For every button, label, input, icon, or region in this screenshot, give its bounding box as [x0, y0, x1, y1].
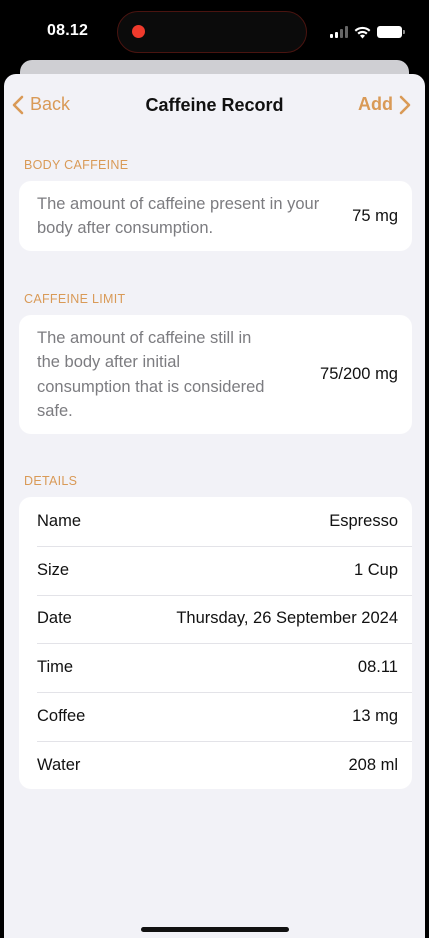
detail-value: Thursday, 26 September 2024 — [176, 609, 398, 628]
body-caffeine-value: 75 mg — [352, 206, 398, 225]
battery-icon — [377, 26, 405, 38]
detail-value: 13 mg — [352, 707, 398, 726]
details-header: DETAILS — [24, 474, 78, 488]
detail-row-time: Time 08.11 — [19, 643, 412, 692]
detail-row-date: Date Thursday, 26 September 2024 — [19, 594, 412, 644]
detail-label: Water — [37, 755, 81, 774]
detail-label: Name — [37, 511, 82, 530]
caffeine-record-sheet: Back Caffeine Record Add BODY CAFFEINE T… — [4, 74, 425, 938]
detail-row-name: Name Espresso — [19, 497, 412, 546]
body-caffeine-header: BODY CAFFEINE — [24, 158, 129, 172]
chevron-right-icon — [399, 95, 411, 115]
detail-value: 1 Cup — [353, 560, 398, 579]
status-time: 08.12 — [47, 22, 89, 39]
detail-label: Date — [37, 609, 72, 628]
recording-indicator-icon — [132, 25, 145, 38]
detail-value: 08.11 — [357, 658, 398, 677]
navigation-bar: Back Caffeine Record Add — [4, 74, 425, 140]
detail-label: Size — [37, 560, 70, 579]
caffeine-limit-description: The amount of caffeine still in the body… — [37, 328, 265, 421]
status-bar: 08.12 — [0, 0, 429, 66]
caffeine-limit-card: The amount of caffeine still in the body… — [19, 315, 412, 434]
detail-value: Espresso — [329, 511, 398, 530]
caffeine-limit-header: CAFFEINE LIMIT — [24, 292, 126, 306]
add-label: Add — [358, 94, 393, 114]
detail-row-size: Size 1 Cup — [19, 545, 412, 595]
wifi-icon — [354, 26, 371, 39]
details-card: Name Espresso Size 1 Cup Date Thursday, … — [19, 497, 412, 789]
add-button[interactable]: Add — [358, 94, 411, 115]
home-indicator[interactable] — [141, 927, 289, 932]
detail-value: 208 ml — [348, 755, 398, 774]
detail-label: Coffee — [37, 707, 86, 726]
detail-row-water: Water 208 ml — [19, 740, 412, 790]
detail-label: Time — [37, 658, 74, 677]
body-caffeine-card: The amount of caffeine present in your b… — [19, 181, 412, 251]
status-icons — [330, 24, 405, 40]
caffeine-limit-value: 75/200 mg — [320, 365, 398, 383]
detail-row-coffee: Coffee 13 mg — [19, 692, 412, 741]
dynamic-island[interactable] — [117, 11, 307, 53]
body-caffeine-description: The amount of caffeine present in your b… — [37, 194, 320, 238]
cellular-signal-icon — [330, 26, 348, 38]
